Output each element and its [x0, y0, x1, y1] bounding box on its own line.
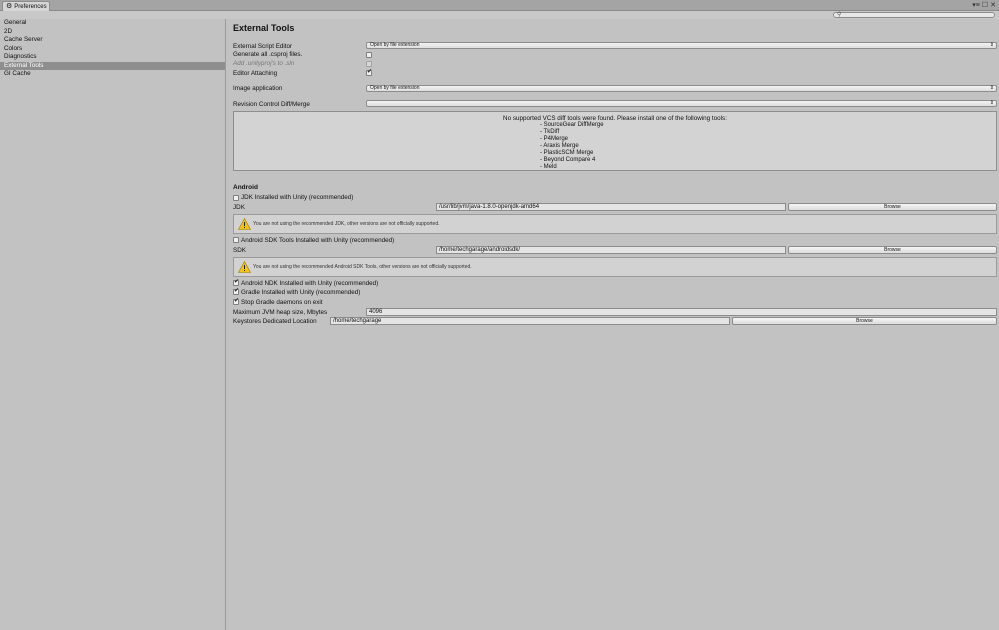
- maximize-icon[interactable]: ☐: [982, 1, 988, 10]
- warning-icon: [238, 218, 251, 230]
- jdk-installed-label: JDK Installed with Unity (recommended): [241, 194, 354, 201]
- jdk-browse-button[interactable]: Browse: [788, 203, 997, 211]
- window-controls: ▾≡ ☐ ✕: [972, 1, 996, 10]
- vcs-tool-item: - SourceGear DiffMerge: [540, 122, 604, 128]
- vcs-tool-item: - PlasticSCM Merge: [540, 150, 594, 156]
- add-unityproj-label: Add .unityproj's to .sln: [233, 60, 295, 67]
- window-tab-bar: ⚙ Preferences ▾≡ ☐ ✕: [0, 0, 999, 11]
- stop-gradle-checkbox[interactable]: [233, 299, 239, 305]
- revision-label: Revision Control Diff/Merge: [233, 101, 310, 108]
- gradle-installed-checkbox[interactable]: [233, 289, 239, 295]
- main-panel: External Tools External Script Editor Op…: [227, 19, 999, 630]
- sidebar-item-external-tools[interactable]: External Tools: [0, 61, 225, 70]
- gen-csproj-checkbox[interactable]: [366, 52, 372, 58]
- warning-icon: [238, 261, 251, 273]
- jdk-label: JDK: [233, 204, 245, 211]
- chevron-updown-icon: ⇕: [989, 100, 994, 106]
- jdk-warning-text: You are not using the recommended JDK, o…: [253, 221, 440, 227]
- sdk-path-field[interactable]: /home/techgarage/androidsdk/: [436, 246, 786, 254]
- sdk-installed-label: Android SDK Tools Installed with Unity (…: [241, 237, 395, 244]
- close-icon[interactable]: ✕: [990, 1, 996, 10]
- sdk-label: SDK: [233, 247, 246, 254]
- add-unityproj-checkbox[interactable]: [366, 61, 372, 67]
- jdk-path-field[interactable]: /usr/lib/jvm/java-1.8.0-openjdk-amd64: [436, 203, 786, 211]
- vcs-tool-item: - Araxis Merge: [540, 143, 579, 149]
- sidebar: General 2D Cache Server Colors Diagnosti…: [0, 19, 226, 630]
- tab-preferences[interactable]: ⚙ Preferences: [2, 1, 50, 11]
- jvm-heap-label: Maximum JVM heap size, Mbytes: [233, 309, 328, 316]
- vcs-tool-item: - Beyond Compare 4: [540, 157, 596, 163]
- vcs-tools-list: - SourceGear DiffMerge - TkDiff - P4Merg…: [540, 122, 604, 171]
- keystores-label: Keystores Dedicated Location: [233, 318, 317, 325]
- vcs-tool-item: - P4Merge: [540, 136, 569, 142]
- script-editor-value: Open by file extension: [370, 42, 420, 48]
- search-input[interactable]: ⚲: [833, 12, 995, 18]
- gear-icon: ⚙: [6, 3, 13, 10]
- sidebar-item-colors[interactable]: Colors: [0, 45, 225, 54]
- script-editor-dropdown[interactable]: Open by file extension ⇕: [366, 42, 997, 49]
- vcs-tool-item: - Meld: [540, 164, 557, 170]
- sidebar-item-general[interactable]: General: [0, 19, 225, 28]
- editor-attaching-label: Editor Attaching: [233, 70, 278, 77]
- keystores-browse-button[interactable]: Browse: [732, 317, 997, 325]
- ndk-installed-checkbox[interactable]: [233, 280, 239, 286]
- image-app-dropdown[interactable]: Open by file extension ⇕: [366, 85, 997, 92]
- sidebar-item-2d[interactable]: 2D: [0, 28, 225, 37]
- jvm-heap-field[interactable]: 4096: [366, 308, 997, 316]
- image-app-label: Image application: [233, 85, 283, 92]
- gradle-installed-label: Gradle Installed with Unity (recommended…: [241, 289, 361, 296]
- vcs-message: No supported VCS diff tools were found. …: [503, 115, 727, 122]
- ndk-installed-label: Android NDK Installed with Unity (recomm…: [241, 280, 379, 287]
- chevron-updown-icon: ⇕: [989, 85, 994, 91]
- android-section-header: Android: [233, 184, 258, 191]
- sdk-browse-button[interactable]: Browse: [788, 246, 997, 254]
- search-icon: ⚲: [837, 12, 842, 18]
- gen-csproj-label: Generate all .csproj files.: [233, 51, 303, 58]
- stop-gradle-label: Stop Gradle daemons on exit: [241, 299, 323, 306]
- vcs-tool-item: - TkDiff: [540, 129, 560, 135]
- chevron-updown-icon: ⇕: [989, 42, 994, 48]
- sdk-warning-text: You are not using the recommended Androi…: [253, 264, 472, 270]
- jdk-installed-checkbox[interactable]: [233, 195, 239, 201]
- sidebar-item-cache-server[interactable]: Cache Server: [0, 36, 225, 45]
- image-app-value: Open by file extension: [370, 85, 420, 91]
- jdk-warning-box: You are not using the recommended JDK, o…: [233, 214, 997, 234]
- keystores-path-field[interactable]: /home/techgarage: [330, 317, 730, 325]
- tab-title: Preferences: [14, 3, 47, 10]
- sdk-warning-box: You are not using the recommended Androi…: [233, 257, 997, 277]
- sdk-installed-checkbox[interactable]: [233, 237, 239, 243]
- editor-attaching-checkbox[interactable]: [366, 70, 372, 76]
- menu-icon[interactable]: ▾≡: [972, 1, 980, 10]
- sidebar-item-gi-cache[interactable]: GI Cache: [0, 70, 225, 79]
- revision-dropdown[interactable]: ⇕: [366, 100, 997, 107]
- vcs-help-box: No supported VCS diff tools were found. …: [233, 111, 997, 171]
- sidebar-item-diagnostics[interactable]: Diagnostics: [0, 53, 225, 62]
- script-editor-label: External Script Editor: [233, 43, 293, 50]
- page-title: External Tools: [233, 23, 295, 33]
